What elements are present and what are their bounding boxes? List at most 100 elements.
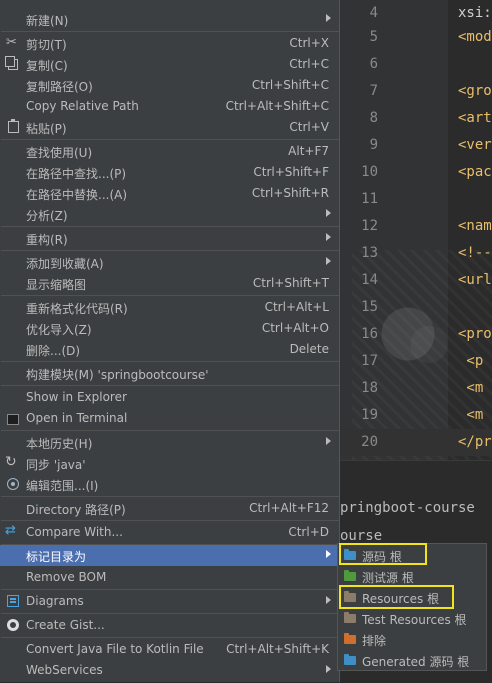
menu-item-compare-with[interactable]: Compare With... Ctrl+D [0,522,339,543]
menu-item-label: 分析(Z) [26,209,68,223]
console-output-line: ourse [340,528,383,544]
menu-item-local-history[interactable]: 本地历史(H) [0,432,339,453]
sync-icon [5,454,19,470]
menu-item-build-module[interactable]: 构建模块(M) 'springbootcourse' [0,363,339,384]
menu-item-copy-path[interactable]: 复制路径(O) Ctrl+Shift+C [0,75,339,96]
menu-item-analyze[interactable]: 分析(Z) [0,204,339,225]
menu-item-webservices[interactable]: WebServices [0,660,339,681]
generated-source-folder-icon [344,654,356,665]
menu-item-reformat-code[interactable]: 重新格式化代码(R) Ctrl+Alt+L [0,297,339,318]
menu-item-show-in-explorer[interactable]: Show in Explorer [0,387,339,408]
code-line[interactable]: 16 <pro [340,321,492,348]
clipboard-icon [8,119,19,133]
code-line[interactable]: 9 <ver [340,132,492,159]
copy-icon [5,56,18,70]
excluded-folder-icon [344,633,356,644]
code-line[interactable]: 17 <p [340,348,492,375]
menu-item-shortcut: Ctrl+Alt+F12 [249,501,329,515]
menu-item-convert-java-to-kotlin[interactable]: Convert Java File to Kotlin File Ctrl+Alt… [0,639,339,660]
submenu-item-generated-sources-root[interactable]: Generated 源码 根 [338,650,486,671]
menu-item-shortcut: Ctrl+Shift+C [251,78,329,92]
menu-item-find-in-path[interactable]: 在路径中查找...(P) Ctrl+Shift+F [0,162,339,183]
menu-item-label: 在路径中替换...(A) [26,188,128,202]
menu-item-paste[interactable]: 粘贴(P) Ctrl+V [0,117,339,138]
menu-item-add-to-favorites[interactable]: 添加到收藏(A) [0,252,339,273]
menu-item-replace-in-path[interactable]: 在路径中替换...(A) Ctrl+Shift+R [0,183,339,204]
code-line[interactable]: 15 [340,294,492,321]
submenu-item-label: 排除 [362,634,387,648]
menu-item-mark-directory-as[interactable]: 标记目录为 [0,545,339,566]
menu-item-sync[interactable]: 同步 'java' [0,453,339,474]
submenu-arrow-icon [326,596,331,604]
menu-separator [1,295,339,296]
scissors-icon: ✂ [6,35,17,50]
code-line[interactable]: 11 [340,186,492,213]
code-line[interactable]: 10 <pac [340,159,492,186]
menu-separator [1,139,339,140]
menu-item-label: Convert Java File to Kotlin File [26,642,204,656]
menu-item-shortcut: Ctrl+Shift+T [252,276,329,290]
menu-separator [1,250,339,251]
menu-item-delete[interactable]: 删除...(D) Delete [0,339,339,360]
highlight-box-sources-root [339,543,427,565]
menu-item-label: Compare With... [26,525,123,539]
menu-item-directory-path[interactable]: Directory 路径(P) Ctrl+Alt+F12 [0,498,339,519]
menu-item-label: 复制路径(O) [26,80,93,94]
code-line[interactable]: 18 <m [340,375,492,402]
menu-item-find-usages[interactable]: 查找使用(U) Alt+F7 [0,141,339,162]
menu-item-edit-scopes[interactable]: 编辑范围...(I) [0,474,339,495]
code-line[interactable]: 7 <gro [340,78,492,105]
menu-item-label: 构建模块(M) 'springbootcourse' [26,368,209,382]
menu-item-cut[interactable]: ✂ 剪切(T) Ctrl+X [0,33,339,54]
code-line[interactable]: 8 <art [340,105,492,132]
menu-item-shortcut: Ctrl+Shift+F [253,165,329,179]
scope-icon [7,478,19,490]
menu-item-copy[interactable]: 复制(C) Ctrl+C [0,54,339,75]
code-line[interactable]: 5 <mod [340,24,492,51]
menu-item-create-gist[interactable]: Create Gist... [0,615,339,636]
code-line[interactable]: 6 [340,51,492,78]
diagram-icon [7,595,19,607]
menu-item-shortcut: Ctrl+Alt+Shift+C [225,99,329,113]
menu-separator [1,520,339,521]
code-line[interactable]: 12 <nam [340,213,492,240]
submenu-item-test-sources-root[interactable]: 测试源 根 [338,566,486,587]
submenu-arrow-icon [326,14,331,22]
menu-item-shortcut: Ctrl+X [289,36,329,50]
code-line[interactable]: 4 xsi: [340,0,492,27]
menu-item-open-in-terminal[interactable]: Open in Terminal [0,408,339,429]
submenu-item-excluded[interactable]: 排除 [338,629,486,650]
menu-item-show-thumbnails[interactable]: 显示缩略图 Ctrl+Shift+T [0,273,339,294]
menu-item-label: 剪切(T) [26,38,67,52]
submenu-arrow-icon [326,437,331,445]
project-context-menu: 新建(N) ✂ 剪切(T) Ctrl+X 复制(C) Ctrl+C 复制路径(O) Ct… [0,0,340,682]
menu-item-label: Directory 路径(P) [26,503,126,517]
code-line[interactable]: 19 <m [340,402,492,429]
code-line-current[interactable]: 20 </pr [340,429,492,456]
menu-item-label: Open in Terminal [26,411,128,425]
menu-item-shortcut: Ctrl+C [289,57,329,71]
menu-separator [1,31,339,32]
menu-item-label: Create Gist... [26,618,105,632]
code-line[interactable]: 13 <!-- [340,240,492,267]
submenu-item-test-resources-root[interactable]: Test Resources 根 [338,608,486,629]
menu-separator [1,361,339,362]
submenu-arrow-icon [326,209,331,217]
menu-item-label: 优化导入(Z) [26,323,92,337]
test-folder-icon [344,570,356,581]
menu-item-label: 查找使用(U) [26,146,93,160]
code-line[interactable]: 14 <url [340,267,492,294]
menu-item-refactor[interactable]: 重构(R) [0,228,339,249]
menu-item-copy-relative-path[interactable]: Copy Relative Path Ctrl+Alt+Shift+C [0,96,339,117]
menu-item-remove-bom[interactable]: Remove BOM [0,567,339,588]
submenu-arrow-icon [326,665,331,673]
menu-item-diagrams[interactable]: Diagrams [0,591,339,612]
menu-item-new[interactable]: 新建(N) [0,9,339,30]
menu-separator [1,589,339,590]
menu-item-shortcut: Ctrl+D [288,525,329,539]
menu-item-label: 在路径中查找...(P) [26,167,127,181]
menu-separator [1,226,339,227]
menu-item-label: 粘贴(P) [26,122,67,136]
menu-item-label: 删除...(D) [26,344,81,358]
menu-item-optimize-imports[interactable]: 优化导入(Z) Ctrl+Alt+O [0,318,339,339]
